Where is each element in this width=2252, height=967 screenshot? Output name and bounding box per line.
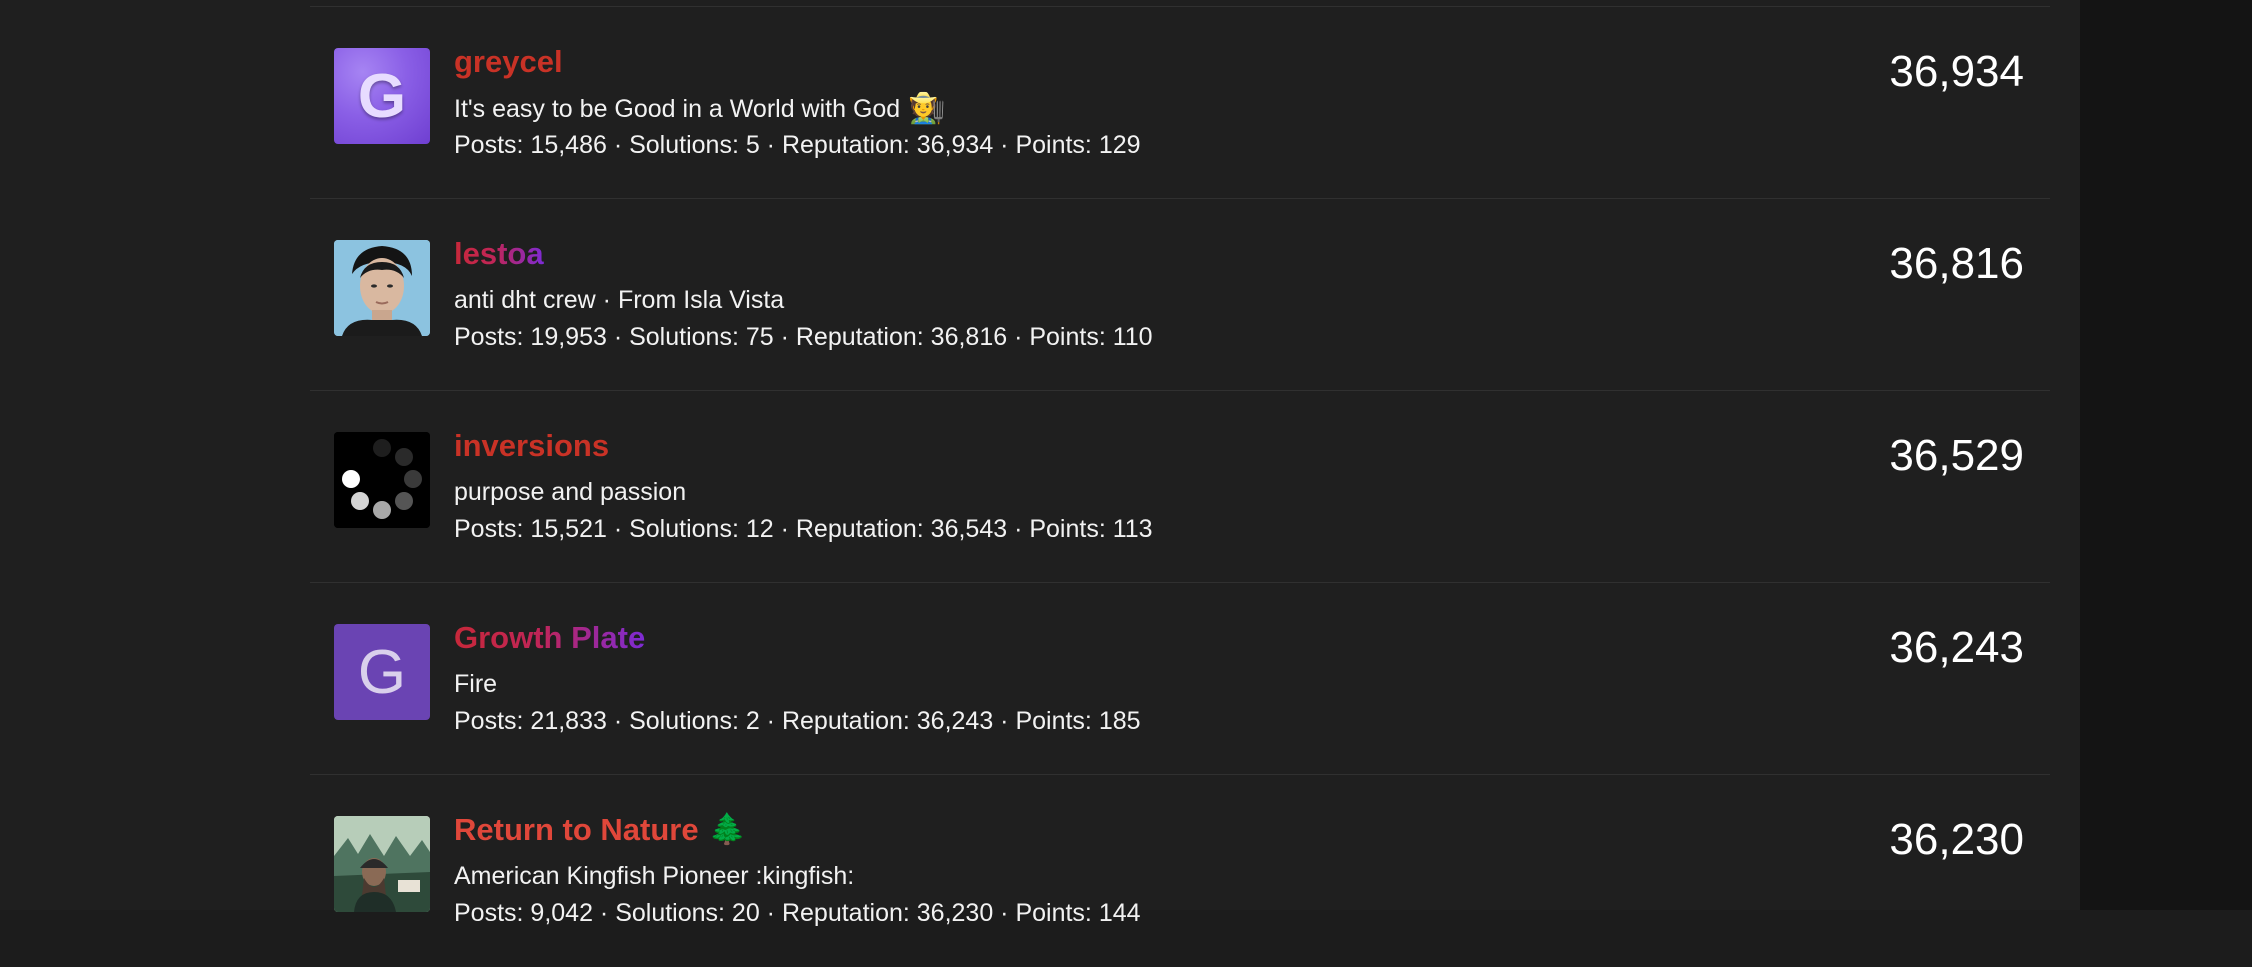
nature-photo-icon (334, 816, 430, 912)
member-tagline: American Kingfish Pioneer :kingfish: (454, 862, 854, 891)
avatar-letter: G (357, 637, 407, 707)
username-text: Return to Nature (454, 812, 699, 847)
member-list: G greycel It's easy to be Good in a Worl… (310, 0, 2050, 927)
username-text: greycel (454, 44, 563, 79)
portrait-photo-icon (334, 240, 430, 336)
member-tagline: anti dht crew · From Isla Vista (454, 286, 784, 315)
avatar-letter: G (357, 61, 407, 131)
member-row[interactable]: inversions purpose and passion Posts: 15… (310, 391, 2050, 583)
member-score: 36,934 (1889, 47, 2024, 96)
member-username[interactable]: lestoa (454, 236, 544, 272)
member-stats: Posts: 15,486 · Solutions: 5 · Reputatio… (454, 131, 1141, 159)
member-score: 36,816 (1889, 239, 2024, 288)
member-score: 36,230 (1889, 815, 2024, 864)
member-row[interactable]: G Growth Plate Fire Posts: 21,833 · Solu… (310, 583, 2050, 775)
member-tagline: purpose and passion (454, 478, 686, 507)
member-row[interactable]: lestoa anti dht crew · From Isla Vista P… (310, 199, 2050, 391)
member-stats: Posts: 15,521 · Solutions: 12 · Reputati… (454, 515, 1153, 543)
member-username[interactable]: Growth Plate (454, 620, 645, 656)
member-stats: Posts: 19,953 · Solutions: 75 · Reputati… (454, 323, 1153, 351)
username-text: lestoa (454, 236, 544, 271)
member-username[interactable]: greycel (454, 44, 563, 80)
member-score: 36,243 (1889, 623, 2024, 672)
evergreen-tree-icon: 🌲 (708, 813, 746, 846)
member-username[interactable]: Return to Nature 🌲 (454, 812, 746, 848)
loading-spinner-icon (334, 432, 430, 528)
avatar[interactable] (334, 816, 430, 912)
avatar[interactable]: G (334, 624, 430, 720)
member-row[interactable]: Return to Nature 🌲 American Kingfish Pio… (310, 775, 2050, 967)
tagline-text: American Kingfish Pioneer :kingfish: (454, 862, 855, 890)
right-gutter (2080, 0, 2252, 910)
tagline-text: anti dht crew · From Isla Vista (454, 286, 785, 314)
member-stats: Posts: 21,833 · Solutions: 2 · Reputatio… (454, 707, 1141, 735)
member-username[interactable]: inversions (454, 428, 609, 464)
avatar[interactable]: G (334, 48, 430, 144)
avatar[interactable] (334, 432, 430, 528)
tagline-text: It's easy to be Good in a World with God (454, 94, 901, 123)
username-text: inversions (454, 428, 610, 463)
farmer-emoji-icon: 🧑‍🌾 (908, 92, 946, 125)
leaderboard-panel: G greycel It's easy to be Good in a Worl… (0, 0, 2080, 927)
member-tagline: Fire (454, 670, 497, 699)
member-row[interactable]: G greycel It's easy to be Good in a Worl… (310, 7, 2050, 199)
tagline-text: purpose and passion (454, 478, 687, 506)
member-score: 36,529 (1889, 431, 2024, 480)
member-tagline: It's easy to be Good in a World with God… (454, 94, 946, 124)
member-stats: Posts: 9,042 · Solutions: 20 · Reputatio… (454, 899, 1141, 927)
tagline-text: Fire (454, 670, 498, 698)
username-text: Growth Plate (454, 620, 646, 655)
avatar[interactable] (334, 240, 430, 336)
